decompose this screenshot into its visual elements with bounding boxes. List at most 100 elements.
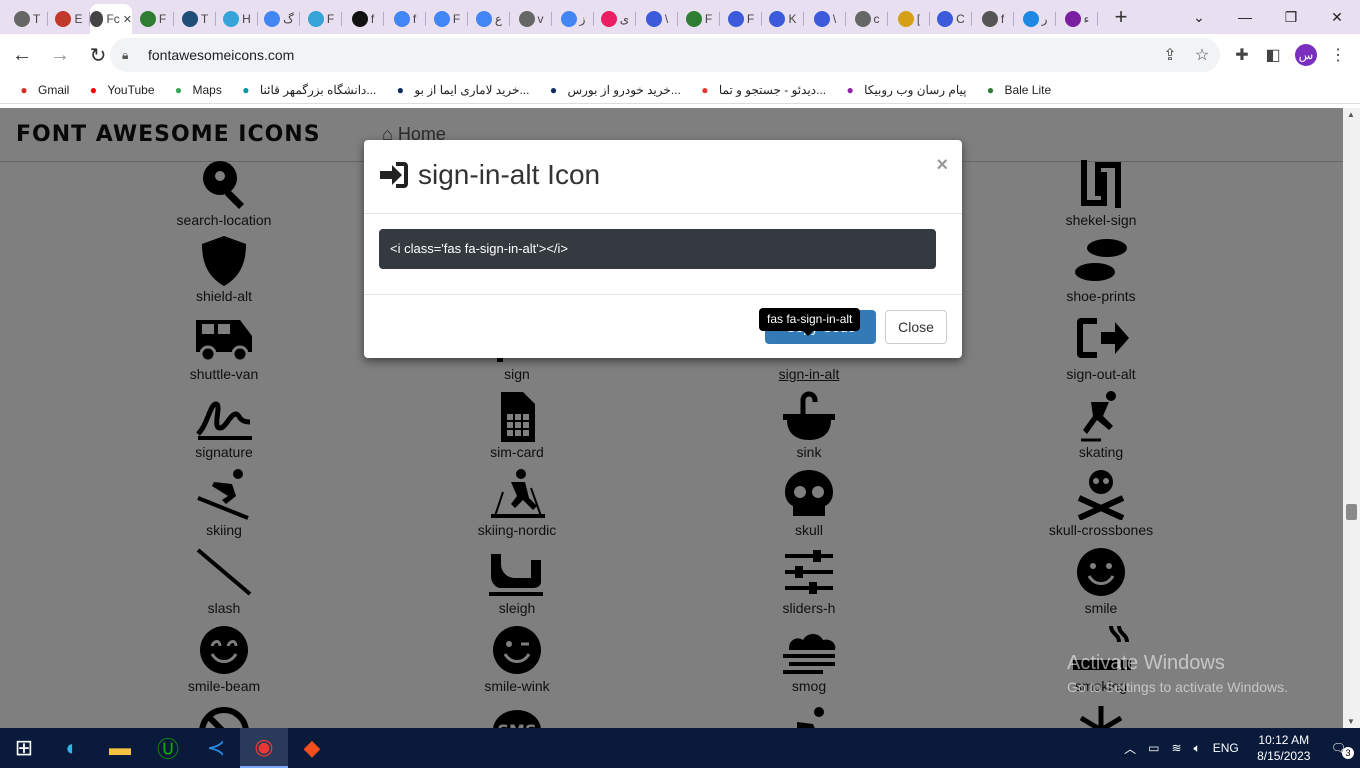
vscode-icon[interactable]: ≺ xyxy=(192,728,240,768)
browser-tab[interactable]: K xyxy=(762,4,804,34)
edge-icon[interactable]: ◐ xyxy=(48,728,96,768)
browser-tab[interactable]: ء xyxy=(1056,4,1098,34)
browser-tab[interactable]: گ xyxy=(258,4,300,34)
browser-tab[interactable]: Fc ✕ xyxy=(90,4,132,34)
hex-icon xyxy=(600,11,617,27)
tab-title: f xyxy=(412,12,417,26)
new-tab-button[interactable]: + xyxy=(1106,4,1136,30)
address-bar[interactable]: 🔒︎ fontawesomeicons.com xyxy=(110,38,1220,72)
google-icon xyxy=(560,11,577,27)
browser-tab[interactable]: H xyxy=(216,4,258,34)
bookmark-star-icon[interactable]: ☆ xyxy=(1187,40,1217,70)
browser-tab[interactable]: f xyxy=(384,4,426,34)
tab-separator xyxy=(1097,12,1098,26)
flag-icon xyxy=(727,11,744,27)
extensions-icon[interactable]: ✚ xyxy=(1227,40,1257,70)
file-explorer-icon[interactable]: ▬ xyxy=(96,728,144,768)
browser-tab[interactable]: \ xyxy=(636,4,678,34)
browser-tab[interactable]: [ xyxy=(888,4,930,34)
browser-tab[interactable]: ز xyxy=(552,4,594,34)
tab-title: C xyxy=(956,12,965,26)
close-button[interactable]: Close xyxy=(885,310,947,344)
browser-tab[interactable]: ی xyxy=(594,4,636,34)
volume-icon[interactable]: 🔈︎ xyxy=(1194,741,1201,756)
modal-close-x-icon[interactable]: × xyxy=(936,154,948,177)
class-tooltip: fas fa-sign-in-alt xyxy=(759,308,861,336)
side-panel-icon[interactable]: ◧ xyxy=(1258,40,1288,70)
close-window-button[interactable]: ✕ xyxy=(1314,0,1360,34)
browser-tab[interactable]: ع xyxy=(468,4,510,34)
flag-icon xyxy=(937,11,954,27)
scroll-thumb[interactable] xyxy=(1346,504,1357,520)
wifi-icon[interactable]: ≋ xyxy=(1171,741,1181,755)
t-icon xyxy=(181,11,198,27)
scroll-up-icon[interactable]: ▲ xyxy=(1347,110,1355,119)
browser-tab[interactable]: F xyxy=(300,4,342,34)
close-tab-icon[interactable]: ✕ xyxy=(123,13,132,26)
bookmark-item[interactable]: ● خرید خودرو از بورس... xyxy=(545,82,681,98)
profile-avatar-letter: س xyxy=(1295,44,1317,66)
tab-title: c xyxy=(873,12,880,26)
battery-icon[interactable]: ▭ xyxy=(1148,741,1159,755)
sign-in-alt-icon xyxy=(378,160,410,195)
flag-icon xyxy=(813,11,830,27)
mail-badge-icon xyxy=(55,11,72,27)
figma-icon[interactable]: ◆ xyxy=(288,728,336,768)
tab-title: f xyxy=(1000,12,1005,26)
browser-tab[interactable]: c xyxy=(846,4,888,34)
browser-tab[interactable]: ر xyxy=(1014,4,1056,34)
tab-title: گ xyxy=(283,12,294,26)
browser-tab[interactable]: T xyxy=(6,4,48,34)
browser-tab[interactable]: F xyxy=(678,4,720,34)
bookmark-item[interactable]: ● دیدئو - جستجو و تما... xyxy=(697,82,826,98)
google-icon xyxy=(475,11,492,27)
bookmark-item[interactable]: ● Gmail xyxy=(16,82,69,98)
profile-avatar[interactable]: س xyxy=(1291,40,1321,70)
browser-tab[interactable]: f xyxy=(342,4,384,34)
tray-chevron-icon[interactable]: ︿ xyxy=(1124,740,1136,757)
tab-search-chevron-icon[interactable]: ⌄ xyxy=(1176,0,1222,34)
browser-tab[interactable]: F xyxy=(132,4,174,34)
upwork-icon[interactable]: Ⓤ xyxy=(144,728,192,768)
globe-icon xyxy=(13,11,30,27)
chrome-icon[interactable]: ◉ xyxy=(240,728,288,768)
back-button[interactable]: ← xyxy=(6,39,38,71)
system-tray: ︿ ▭ ≋ 🔈︎ ENG 10:12 AM 8/15/2023 🗨︎ 3 xyxy=(1124,728,1360,768)
browser-menu-icon[interactable]: ⋮ xyxy=(1323,40,1353,70)
bookmark-label: Gmail xyxy=(38,82,70,97)
tilde-icon xyxy=(223,11,240,27)
tab-title: \ xyxy=(832,12,837,26)
bookmark-item[interactable]: ● Bale Lite xyxy=(982,82,1051,98)
icon-code-snippet[interactable]: <i class='fas fa-sign-in-alt'></i> xyxy=(379,229,936,269)
tab-title: T xyxy=(200,12,209,26)
tab-title: F xyxy=(326,12,335,26)
google-icon xyxy=(264,11,281,27)
share-icon[interactable]: ⇪ xyxy=(1155,40,1185,70)
minimize-button[interactable]: — xyxy=(1222,0,1268,34)
tab-title: K xyxy=(788,12,797,26)
modal-body: <i class='fas fa-sign-in-alt'></i> xyxy=(364,214,962,295)
browser-tab[interactable]: F xyxy=(720,4,762,34)
bookmark-item[interactable]: ● پیام رسان وب روبیکا xyxy=(842,82,967,98)
forward-button[interactable]: → xyxy=(44,39,76,71)
page-scrollbar[interactable]: ▲ ▼ xyxy=(1343,108,1360,728)
bookmark-item[interactable]: ● خرید لاماری ایما از بو... xyxy=(392,82,530,98)
browser-tab[interactable]: T xyxy=(174,4,216,34)
bookmark-label: پیام رسان وب روبیکا xyxy=(864,82,967,97)
bookmark-item[interactable]: ● Maps xyxy=(171,82,222,98)
clock[interactable]: 10:12 AM 8/15/2023 xyxy=(1249,732,1319,764)
bookmark-item[interactable]: ● YouTube xyxy=(85,82,155,98)
bookmark-item[interactable]: ● دانشگاه بزرگمهر قائنا... xyxy=(238,82,376,98)
maximize-button[interactable]: ❐ xyxy=(1268,0,1314,34)
browser-tab[interactable]: \ xyxy=(804,4,846,34)
google-icon xyxy=(393,11,410,27)
language-indicator[interactable]: ENG xyxy=(1213,741,1239,755)
browser-tab[interactable]: v xyxy=(510,4,552,34)
browser-tab[interactable]: E xyxy=(48,4,90,34)
windows-start-icon[interactable]: ⊞ xyxy=(0,728,48,768)
scroll-down-icon[interactable]: ▼ xyxy=(1347,717,1355,726)
notifications-icon[interactable]: 🗨︎ 3 xyxy=(1331,741,1354,759)
browser-tab[interactable]: f xyxy=(972,4,1014,34)
browser-tab[interactable]: F xyxy=(426,4,468,34)
browser-tab[interactable]: C xyxy=(930,4,972,34)
